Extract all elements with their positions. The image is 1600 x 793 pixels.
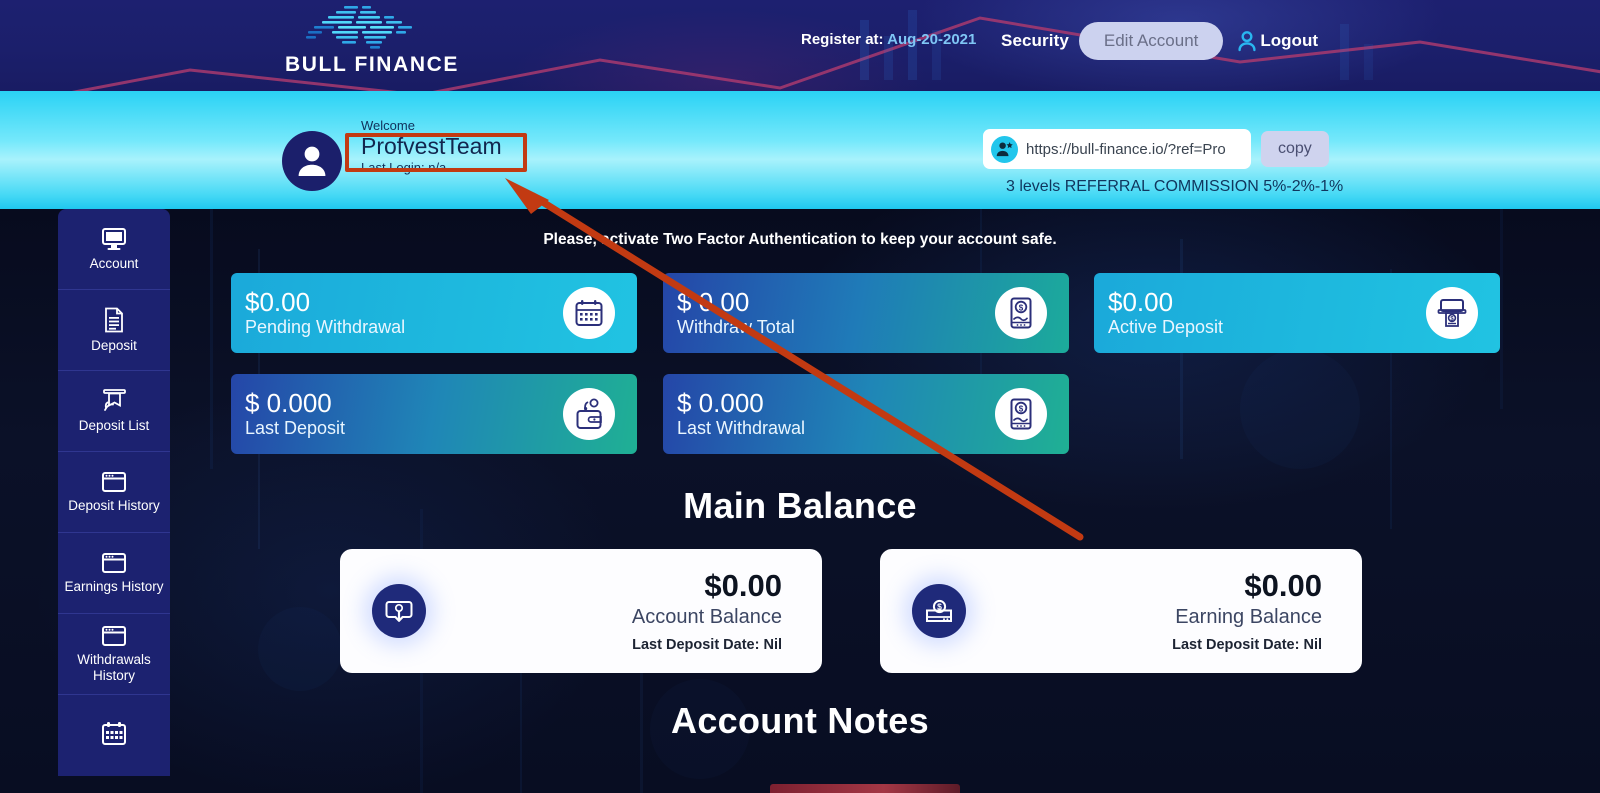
account-notes-panel-partial	[770, 784, 960, 793]
edit-account-button[interactable]: Edit Account	[1078, 22, 1224, 60]
document-list-icon	[105, 307, 123, 332]
stat-card-texts: $ 0.000 Last Withdrawal	[677, 389, 805, 439]
copy-referral-button[interactable]: copy	[1261, 131, 1329, 167]
stat-card-value: $0.00	[1108, 286, 1174, 317]
two-factor-auth-notice: Please, activate Two Factor Authenticati…	[543, 231, 1057, 248]
welcome-label: Welcome	[361, 118, 415, 133]
stat-card-label: Active Deposit	[1108, 317, 1224, 338]
avatar[interactable]	[282, 131, 342, 191]
svg-text:$: $	[1019, 303, 1024, 312]
stat-card-value: $0.00	[245, 286, 311, 317]
sidebar-item-deposit-list[interactable]: Deposit List	[58, 371, 170, 452]
sidebar-item-withdrawals-history[interactable]: Withdrawals History	[58, 614, 170, 695]
balance-card-texts: $0.00 Account Balance Last Deposit Date:…	[631, 567, 782, 654]
user-avatar-icon	[298, 146, 326, 176]
window-icon	[102, 552, 126, 573]
sidebar-item-label: Deposit	[91, 337, 137, 353]
user-icon	[1238, 31, 1257, 52]
pixel-bull-logo-icon	[292, 4, 452, 52]
balance-card-earning[interactable]: $ $0.00 Earning Balance Last Deposit Dat…	[880, 549, 1362, 673]
stat-card-last-withdrawal[interactable]: $ 0.000 Last Withdrawal $	[663, 374, 1069, 454]
sidebar-item-label: Withdrawals History	[77, 651, 151, 683]
referral-url-text: https://bull-finance.io/?ref=Pro	[1026, 140, 1226, 158]
stat-card-label: Withdraw Total	[677, 317, 795, 338]
card-deposit-icon	[372, 584, 426, 638]
svg-text:$: $	[1019, 404, 1024, 413]
stat-card-texts: $ 0.000 Last Deposit	[245, 389, 345, 439]
stat-card-texts: $ 0.00 Withdraw Total	[677, 288, 795, 338]
page-root: BULL FINANCE Register at: Aug-20-2021 Se…	[0, 0, 1600, 793]
atm-icon: $	[1426, 287, 1478, 339]
balance-card-account[interactable]: $0.00 Account Balance Last Deposit Date:…	[340, 549, 822, 673]
sidebar-item-label: Deposit List	[78, 418, 150, 434]
hand-receipt-icon	[102, 389, 126, 411]
window-icon	[102, 625, 126, 646]
balance-sub-label: Last Deposit Date: Nil	[632, 637, 782, 654]
nav-background-chart-line	[71, 10, 1600, 91]
referral-link-row: https://bull-finance.io/?ref=Pro copy	[983, 129, 1329, 169]
sidebar-item-deposit[interactable]: Deposit	[58, 290, 170, 371]
account-notes-title: Account Notes	[671, 700, 929, 741]
mobile-payment-icon: $	[995, 287, 1047, 339]
balance-sub-label: Last Deposit Date: Nil	[1172, 637, 1322, 654]
balance-label: Account Balance	[631, 606, 782, 629]
stat-card-texts: $0.00 Active Deposit	[1108, 288, 1223, 338]
sidebar-item-account[interactable]: Account	[58, 209, 170, 290]
register-at-label: Register at:	[801, 31, 884, 48]
register-date-block: Register at: Aug-20-2021	[801, 31, 976, 48]
register-date-value: Aug-20-2021	[887, 31, 977, 48]
referral-link-input[interactable]: https://bull-finance.io/?ref=Pro	[983, 129, 1251, 169]
sidebar-item-label: Account	[89, 255, 139, 271]
brand-logo[interactable]: BULL FINANCE	[272, 4, 472, 86]
welcome-block: Welcome ProfvestTeam Last Login: n/a	[361, 118, 502, 175]
balance-card-texts: $0.00 Earning Balance Last Deposit Date:…	[1172, 567, 1322, 654]
stat-card-withdraw-total[interactable]: $ 0.00 Withdraw Total $	[663, 273, 1069, 353]
stat-card-last-deposit[interactable]: $ 0.000 Last Deposit	[231, 374, 637, 454]
balance-value: $0.00	[704, 567, 782, 603]
logout-button[interactable]: Logout	[1237, 30, 1318, 52]
main-balance-title: Main Balance	[683, 485, 917, 526]
stat-card-pending-withdrawal[interactable]: $0.00 Pending Withdrawal	[231, 273, 637, 353]
nav-actions: Security Edit Account Logout	[1001, 22, 1318, 60]
security-link[interactable]: Security	[1001, 31, 1079, 51]
sidebar-item-label: Earnings History	[64, 578, 164, 594]
top-navigation-bar: BULL FINANCE Register at: Aug-20-2021 Se…	[0, 0, 1600, 91]
mobile-payment-icon: $	[995, 388, 1047, 440]
stat-card-value: $ 0.000	[677, 387, 764, 418]
stat-card-value: $ 0.00	[677, 286, 750, 317]
stat-card-label: Pending Withdrawal	[245, 317, 406, 338]
calendar-icon	[563, 287, 615, 339]
balance-value: $0.00	[1244, 567, 1322, 603]
referral-user-star-icon	[991, 135, 1018, 163]
wallet-icon	[563, 388, 615, 440]
stat-card-label: Last Deposit	[245, 418, 346, 439]
stat-card-label: Last Withdrawal	[677, 418, 806, 439]
last-login-label: Last Login: n/a	[361, 160, 447, 176]
user-banner	[0, 91, 1600, 209]
sidebar-item-earnings-history[interactable]: Earnings History	[58, 533, 170, 614]
logout-label: Logout	[1260, 31, 1318, 50]
brand-name: BULL FINANCE	[285, 53, 459, 76]
username-value: ProfvestTeam	[361, 133, 502, 159]
stat-card-active-deposit[interactable]: $0.00 Active Deposit $	[1094, 273, 1500, 353]
stat-card-texts: $0.00 Pending Withdrawal	[245, 288, 405, 338]
coin-tray-icon: $	[912, 584, 966, 638]
balance-label: Earning Balance	[1175, 606, 1322, 629]
stat-card-value: $ 0.000	[245, 387, 332, 418]
referral-commission-note: 3 levels REFERRAL COMMISSION 5%-2%-1%	[1006, 178, 1344, 195]
